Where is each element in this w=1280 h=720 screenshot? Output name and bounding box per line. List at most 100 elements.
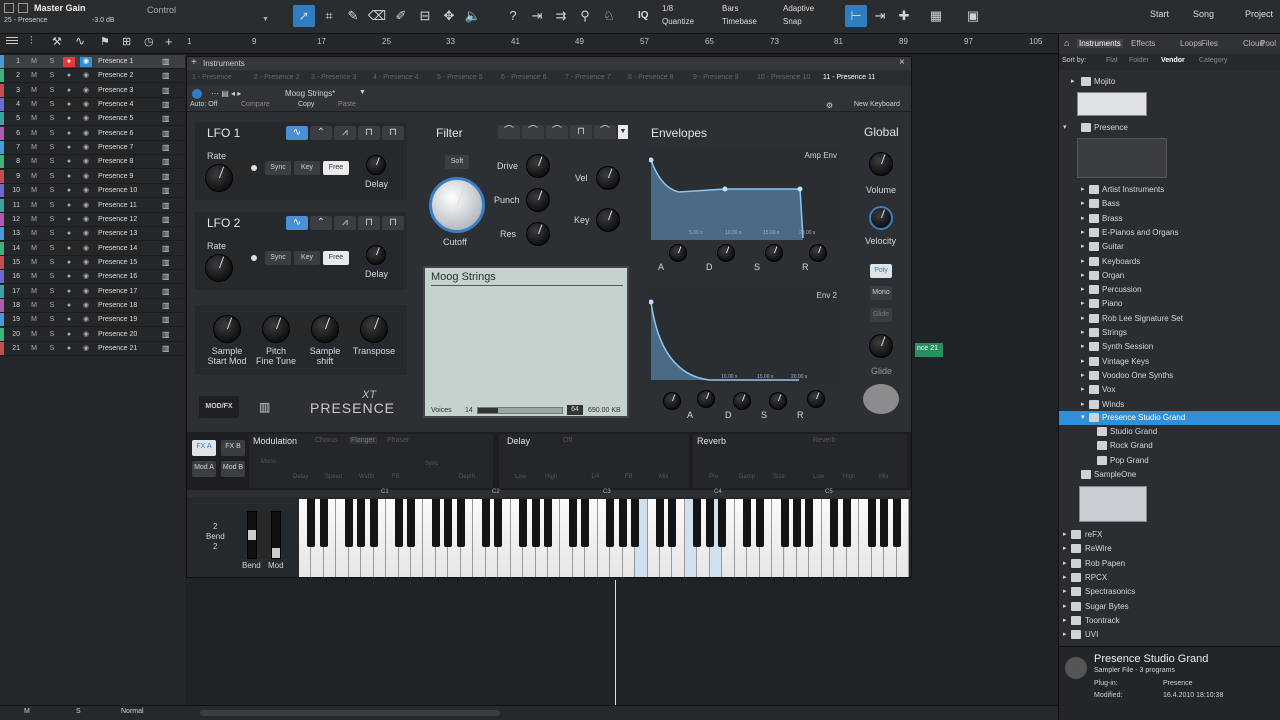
grid-icon[interactable]: ⊞ bbox=[122, 35, 131, 48]
solo-button[interactable]: S bbox=[46, 86, 58, 96]
gain-value[interactable]: -3.0 dB bbox=[92, 17, 115, 24]
track-row[interactable]: 2 M S ● ◉ Presence 2 ▥ bbox=[0, 69, 185, 84]
instrument-icon[interactable]: ▥ bbox=[162, 86, 170, 95]
mute-button[interactable]: M bbox=[28, 287, 40, 297]
monitor-icon[interactable]: ◉ bbox=[80, 172, 92, 182]
black-key[interactable] bbox=[357, 499, 366, 547]
vendor-chevron-icon[interactable]: ▸ bbox=[1063, 630, 1067, 638]
vendor-row[interactable]: ▸ RPCX bbox=[1059, 571, 1280, 585]
vendor-row[interactable]: ▸ reFX bbox=[1059, 528, 1280, 542]
lfo1-delay-knob[interactable] bbox=[366, 155, 386, 175]
mute-button[interactable]: M bbox=[28, 114, 40, 124]
solo-button[interactable]: S bbox=[46, 215, 58, 225]
horizontal-scrollbar[interactable] bbox=[200, 710, 500, 716]
folder-chevron-icon[interactable]: ▸ bbox=[1081, 185, 1085, 193]
solo-button[interactable]: S bbox=[46, 272, 58, 282]
browser-tab[interactable]: Pool bbox=[1260, 39, 1276, 48]
black-key[interactable] bbox=[369, 499, 378, 547]
track-row[interactable]: 12 M S ● ◉ Presence 12 ▥ bbox=[0, 212, 185, 227]
res-knob[interactable] bbox=[526, 222, 550, 246]
lfo2-sync-button[interactable]: Sync bbox=[265, 251, 291, 265]
cursor-icon[interactable]: ✚ bbox=[893, 5, 915, 27]
lfo2-delay-knob[interactable] bbox=[366, 245, 386, 265]
env2-graph[interactable]: Env 2 10.00 s 15.00 s 20.00 s bbox=[649, 288, 841, 384]
black-key[interactable] bbox=[892, 499, 901, 547]
browser-folder-row[interactable]: ▸ Strings bbox=[1059, 326, 1280, 340]
env2-s-knob[interactable] bbox=[769, 392, 787, 410]
black-key[interactable] bbox=[830, 499, 839, 547]
track-row[interactable]: 15 M S ● ◉ Presence 15 ▥ bbox=[0, 255, 185, 270]
instrument-icon[interactable]: ▥ bbox=[162, 143, 170, 152]
keyboard-view-icon[interactable]: ▥ bbox=[259, 400, 270, 414]
pencil-tool-icon[interactable]: ✎ bbox=[342, 5, 364, 27]
black-key[interactable] bbox=[307, 499, 316, 547]
arrow-tool-icon[interactable]: ➚ bbox=[293, 5, 315, 27]
track-row[interactable]: 1 M S ● ◉ Presence 1 ▥ bbox=[0, 55, 185, 69]
solo-button[interactable]: S bbox=[46, 100, 58, 110]
record-button[interactable]: ● bbox=[63, 172, 75, 182]
filter-hp-icon[interactable]: ⌒ bbox=[594, 125, 616, 139]
filter-bp-icon[interactable]: ⌒ bbox=[546, 125, 568, 139]
track-row[interactable]: 19 M S ● ◉ Presence 19 ▥ bbox=[0, 313, 185, 328]
mojito-chevron-icon[interactable]: ▸ bbox=[1071, 77, 1075, 85]
track-row[interactable]: 11 M S ● ◉ Presence 11 ▥ bbox=[0, 198, 185, 213]
mute-button[interactable]: M bbox=[28, 157, 40, 167]
poly-button[interactable]: Poly bbox=[870, 264, 892, 278]
lfo2-free-button[interactable]: Free bbox=[323, 251, 349, 265]
mute-button[interactable]: M bbox=[28, 258, 40, 268]
vendor-row[interactable]: ▸ Sugar Bytes bbox=[1059, 600, 1280, 614]
record-button[interactable]: ● bbox=[63, 57, 75, 67]
curve-icon[interactable]: ∿ bbox=[75, 34, 85, 48]
instrument-icon[interactable]: ▥ bbox=[162, 287, 170, 296]
solo-button[interactable]: S bbox=[46, 57, 58, 67]
solo-all-button[interactable]: S bbox=[76, 708, 81, 715]
vendor-chevron-icon[interactable]: ▸ bbox=[1063, 544, 1067, 552]
auto-off-button[interactable]: Auto: Off bbox=[190, 101, 218, 108]
browser-folder-row[interactable]: ▸ Vox bbox=[1059, 383, 1280, 397]
black-key[interactable] bbox=[743, 499, 752, 547]
playhead[interactable] bbox=[615, 580, 616, 705]
glide-knob[interactable] bbox=[869, 334, 893, 358]
black-key[interactable] bbox=[718, 499, 727, 547]
instrument-tab[interactable]: 9 - Presence 9 bbox=[693, 74, 739, 81]
lfo2-random-icon[interactable]: ⊓ bbox=[382, 216, 404, 230]
instrument-icon[interactable]: ▥ bbox=[162, 344, 170, 353]
presence-chevron-icon[interactable]: ▾ bbox=[1063, 123, 1067, 131]
folder-chevron-icon[interactable]: ▸ bbox=[1081, 285, 1085, 293]
folder-chevron-icon[interactable]: ▸ bbox=[1081, 299, 1085, 307]
instrument-tab[interactable]: 6 - Presence 6 bbox=[501, 74, 547, 81]
browser-folder-row[interactable]: ▸ E-Pianos and Organs bbox=[1059, 226, 1280, 240]
monitor-icon[interactable]: ◉ bbox=[80, 57, 92, 67]
monitor-icon[interactable]: ◉ bbox=[80, 201, 92, 211]
flag-icon[interactable]: ⚑ bbox=[100, 35, 110, 48]
solo-button[interactable]: S bbox=[46, 301, 58, 311]
glide-button[interactable]: Glide bbox=[870, 308, 892, 322]
gear-icon[interactable]: ⚙ bbox=[826, 101, 833, 110]
mod-wheel[interactable] bbox=[271, 511, 281, 559]
instrument-icon[interactable]: ▥ bbox=[162, 244, 170, 253]
quantize-value[interactable]: 1/8 bbox=[662, 4, 673, 13]
monitor-icon[interactable]: ◉ bbox=[80, 143, 92, 153]
mute-button[interactable]: M bbox=[28, 344, 40, 354]
browser-folder-row[interactable]: ▸ Percussion bbox=[1059, 283, 1280, 297]
black-key[interactable] bbox=[656, 499, 665, 547]
iq-label[interactable]: IQ bbox=[638, 10, 649, 21]
black-key[interactable] bbox=[531, 499, 540, 547]
record-button[interactable]: ● bbox=[63, 301, 75, 311]
presence-row[interactable]: ▾ Presence bbox=[1059, 121, 1280, 135]
instrument-tab[interactable]: 1 - Presence bbox=[192, 74, 232, 81]
monitor-icon[interactable]: ◉ bbox=[80, 157, 92, 167]
black-key[interactable] bbox=[456, 499, 465, 547]
track-row[interactable]: 20 M S ● ◉ Presence 20 ▥ bbox=[0, 327, 185, 342]
tools-icon[interactable]: ⋯ ▤ ◂ ▸ bbox=[211, 89, 241, 98]
folder-chevron-icon[interactable]: ▸ bbox=[1081, 314, 1085, 322]
solo-button[interactable]: S bbox=[46, 315, 58, 325]
env2-r-knob[interactable] bbox=[807, 390, 825, 408]
mute-button[interactable]: M bbox=[28, 186, 40, 196]
mute-button[interactable]: M bbox=[28, 71, 40, 81]
browser-folder-row[interactable]: ▸ Piano bbox=[1059, 297, 1280, 311]
sort-vendor[interactable]: Vendor bbox=[1161, 57, 1185, 64]
bend-tool-icon[interactable]: ✥ bbox=[438, 5, 460, 27]
record-button[interactable]: ● bbox=[63, 143, 75, 153]
wrench-icon[interactable]: ⚒ bbox=[52, 35, 62, 48]
